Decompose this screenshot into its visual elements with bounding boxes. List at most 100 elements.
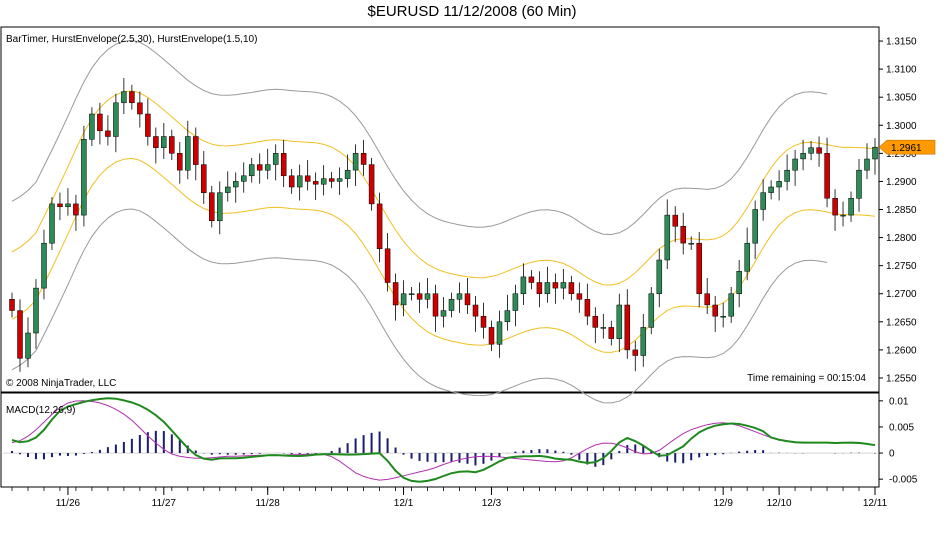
candle-body	[201, 164, 207, 193]
candle-body	[776, 181, 782, 188]
candle-body	[280, 153, 287, 177]
candle-body	[608, 327, 615, 339]
candle	[368, 157, 375, 211]
candle-body	[760, 192, 766, 210]
candle-body	[640, 327, 647, 356]
candle-body	[720, 315, 726, 318]
time-tick-label: 11/27	[152, 498, 177, 509]
price-axis: 1.31501.31001.30501.30001.29501.29001.28…	[879, 37, 917, 384]
candle-body	[592, 315, 599, 328]
candle-body	[680, 226, 686, 244]
candle-body	[832, 198, 838, 216]
candle-body	[416, 293, 423, 300]
candle-body	[472, 304, 479, 317]
candle-body	[616, 304, 623, 339]
candle-body	[704, 293, 710, 306]
candle-body	[17, 310, 23, 359]
candle-body	[656, 259, 663, 294]
candle-body	[49, 203, 55, 244]
time-tick-label: 12/11	[863, 498, 888, 509]
candle-body	[9, 299, 15, 311]
candle-body	[672, 214, 679, 227]
candle-body	[712, 304, 718, 317]
time-tick-label: 11/26	[56, 498, 81, 509]
time-tick-label: 12/10	[767, 498, 792, 509]
time-tick-label: 12/3	[482, 498, 502, 509]
candle-body	[153, 136, 159, 148]
candle-body	[544, 282, 551, 294]
candle-body	[320, 178, 327, 185]
candle-body	[113, 102, 119, 137]
candle-body	[57, 203, 63, 207]
candle-body	[408, 293, 415, 295]
candle-body	[576, 293, 583, 300]
candle-body	[177, 153, 183, 171]
candle-body	[584, 299, 591, 317]
candle-body	[264, 164, 271, 171]
candle-body	[41, 242, 47, 289]
candle-body	[840, 214, 846, 217]
candle-body	[440, 310, 447, 317]
candle-body	[624, 304, 631, 351]
candle-body	[648, 293, 655, 328]
candle-body	[456, 293, 463, 300]
time-tick-label: 11/28	[256, 498, 281, 509]
candle-body	[376, 203, 383, 250]
candle-body	[400, 293, 407, 306]
candle-body	[81, 139, 87, 216]
candle-body	[872, 146, 878, 160]
candle-body	[360, 153, 367, 165]
price-tick-label: 1.3150	[886, 37, 917, 48]
candle-body	[800, 153, 806, 160]
candle-body	[336, 178, 343, 182]
candle-body	[496, 321, 503, 345]
macd-label: MACD(12,26,9)	[6, 405, 75, 416]
candle-body	[792, 158, 798, 171]
indicators-label: BarTimer, HurstEnvelope(2.5,30), HurstEn…	[6, 34, 257, 45]
copyright-label: © 2008 NinjaTrader, LLC	[6, 378, 116, 389]
candle-body	[536, 282, 543, 294]
candle-body	[304, 175, 311, 182]
candle-body	[560, 282, 567, 289]
candle-body	[97, 113, 103, 132]
candle-body	[65, 203, 71, 207]
candle-body	[296, 175, 303, 188]
candle-body	[768, 186, 774, 193]
macd-tick-label: -0.005	[889, 475, 918, 486]
candle-body	[392, 282, 399, 306]
candle	[648, 286, 655, 335]
time-tick-label: 12/9	[713, 498, 733, 509]
price-tick-label: 1.2600	[886, 345, 917, 356]
price-tick-label: 1.3050	[886, 93, 917, 104]
candle-body	[464, 293, 471, 306]
candle-body	[344, 169, 351, 179]
candle-body	[145, 113, 151, 137]
candle-body	[632, 349, 639, 356]
candle-body	[552, 282, 559, 289]
candle-body	[217, 192, 223, 222]
candle-body	[161, 136, 167, 148]
candle-body	[288, 175, 295, 188]
candle-body	[312, 181, 319, 185]
candle-body	[744, 242, 750, 272]
candle-body	[432, 293, 439, 317]
price-tick-label: 1.2700	[886, 289, 917, 300]
candle-body	[121, 91, 127, 104]
candle-body	[89, 113, 95, 140]
candle-body	[384, 248, 391, 283]
time-remaining-label: Time remaining = 00:15:04	[747, 373, 866, 384]
candle-body	[233, 181, 239, 188]
candle-body	[73, 203, 79, 216]
candle	[49, 197, 55, 250]
candle-body	[752, 209, 758, 244]
candle-body	[368, 164, 375, 205]
candle-body	[209, 192, 215, 222]
candle-body	[688, 242, 694, 245]
candle-body	[225, 186, 231, 193]
last-price-label: 1.2961	[891, 143, 922, 154]
candle-body	[352, 153, 359, 171]
time-tick-label: 12/1	[394, 498, 414, 509]
candle-body	[424, 293, 431, 300]
candle-body	[568, 282, 575, 294]
candle-body	[736, 271, 742, 295]
